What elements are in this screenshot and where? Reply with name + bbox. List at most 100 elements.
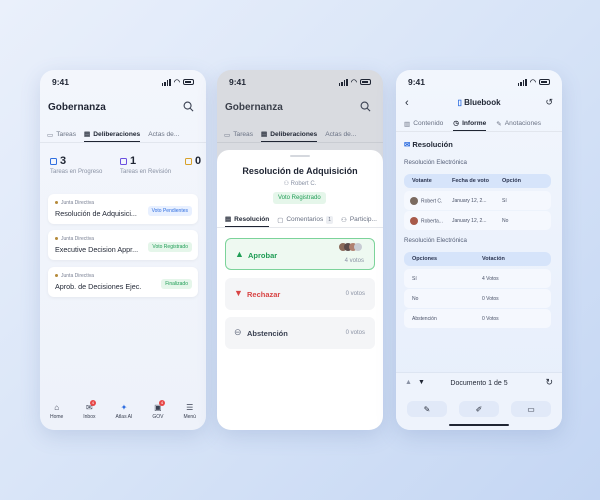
comment-icon: ▭ [527, 404, 535, 414]
cell-text: 4 Votos [482, 275, 499, 282]
refresh-icon[interactable]: ↻ [545, 377, 553, 388]
nav-label: Atlas AI [115, 413, 133, 420]
tab-actas[interactable]: Actas de... [325, 127, 356, 142]
stat-label: Tareas en Revisión [120, 169, 172, 175]
sheet-handle[interactable] [290, 155, 310, 157]
card-org: Junta Directiva [55, 236, 94, 242]
content-icon: ▥ [404, 120, 411, 128]
cell-text: Robert C. [421, 197, 443, 204]
org-label: Junta Directiva [61, 236, 95, 242]
voter-avatars [339, 243, 365, 251]
cell-text: Sí [502, 197, 507, 204]
wifi-icon: ◠ [529, 79, 536, 86]
stat-in-review: 1 [120, 155, 136, 167]
cell-text: Abstención [412, 315, 437, 322]
search-icon[interactable] [360, 101, 371, 112]
search-icon[interactable] [183, 101, 194, 112]
tab-contenido[interactable]: ▥ Contenido [404, 116, 443, 131]
tab-bar: ▭ Tareas ▤ Deliberaciones Actas de... [217, 127, 383, 143]
vote-option-aprobar[interactable]: ▲ Aprobar 4 votos [225, 238, 375, 270]
table-header: Votante Fecha de voto Opción [404, 174, 551, 188]
tab-resolucion[interactable]: ▤ Resolución [225, 212, 270, 227]
header-title: ▯ Bluebook [396, 98, 562, 107]
table-row[interactable]: Sí 4 Votos [404, 269, 551, 288]
chat-icon: ▤ [261, 131, 268, 138]
vote-option-rechazar[interactable]: ▼ Rechazar 0 votos [225, 278, 375, 310]
menu-icon: ☰ [186, 402, 194, 412]
tab-bar: ▥ Contenido ◷ Informe ✎ Anotaciones [396, 116, 562, 132]
card-title: Resolución de Adquisici... [55, 209, 137, 218]
stat-value: 0 [195, 155, 202, 167]
battery-icon [539, 79, 550, 85]
option-label: Abstención [247, 329, 288, 338]
nav-menu[interactable]: ☰ Menú [183, 403, 196, 420]
status-badge: Voto Pendientes [147, 206, 192, 216]
tab-informe[interactable]: ◷ Informe [453, 116, 487, 131]
tab-label: Deliberaciones [270, 130, 318, 138]
app-title: Bluebook [464, 98, 501, 107]
nav-atlas-ai[interactable]: ✦ Atlas AI [115, 403, 132, 420]
user-name: Robert C. [290, 181, 317, 187]
document-toolbar: ▲ ▼ Documento 1 de 5 ↻ ✎ ✐ ▭ [396, 372, 562, 430]
status-bar: 9:41 ◠ [229, 76, 371, 88]
tab-label: Actas de... [148, 131, 180, 138]
chat-icon: ▤ [84, 131, 91, 138]
org-label: Junta Directiva [61, 200, 95, 206]
highlighter-tool-button[interactable]: ✐ [459, 401, 499, 417]
stat-label: Tareas en Progreso [50, 169, 103, 175]
notification-badge: 4 [90, 399, 96, 406]
history-icon[interactable]: ↺ [545, 97, 553, 108]
home-indicator [449, 423, 509, 426]
table-header: Opciones Votación [404, 252, 551, 266]
tab-comentarios[interactable]: ▢ Comentarios 1 [277, 212, 333, 227]
option-label: Aprobar [248, 251, 278, 260]
pen-tool-button[interactable]: ✎ [407, 401, 447, 417]
table-row[interactable]: Abstención 0 Votos [404, 309, 551, 328]
signal-icon [338, 78, 348, 86]
page-indicator: Documento 1 de 5 [450, 380, 508, 387]
nav-home[interactable]: ⌂ Home [50, 403, 63, 420]
table-row[interactable]: No 0 Votos [404, 289, 551, 308]
status-badge: Finalizado [161, 279, 192, 289]
stat-value: 1 [130, 155, 137, 167]
battery-icon [360, 79, 371, 85]
comment-icon: ▢ [277, 216, 284, 224]
signal-icon [161, 78, 171, 86]
tab-deliberaciones[interactable]: ▤ Deliberaciones [261, 127, 318, 142]
tab-label: Tareas [233, 131, 254, 138]
tab-label: Deliberaciones [93, 130, 141, 138]
tab-tareas[interactable]: ▭ Tareas [47, 127, 76, 142]
stat-other: 0 [185, 155, 201, 167]
minus-circle-icon: ⊖ [234, 327, 242, 337]
user-icon: ⚇ [283, 181, 291, 187]
signal-icon [517, 78, 527, 86]
nav-gov[interactable]: ▣ 4 GOV [152, 399, 165, 420]
cell-text: Sí [412, 275, 417, 282]
tab-bar: ▭ Tareas ▤ Deliberaciones Actas de... [40, 127, 206, 143]
subsection-label: Resolución Electrónica [404, 237, 467, 244]
cell: Robert C. [404, 196, 452, 205]
nav-label: Home [49, 413, 64, 420]
thumbs-up-icon: ▲ [235, 249, 244, 259]
tab-anotaciones[interactable]: ✎ Anotaciones [496, 116, 541, 131]
tab-label: Informe [462, 119, 487, 127]
vote-option-abstencion[interactable]: ⊖ Abstención 0 votos [225, 317, 375, 349]
deliberation-card[interactable]: Junta Directiva Executive Decision Appr.… [48, 230, 198, 260]
nav-inbox[interactable]: ✉ 4 Inbox [83, 399, 96, 420]
comment-tool-button[interactable]: ▭ [511, 401, 551, 417]
table-row[interactable]: Robert C. January 12, 2... Sí [404, 191, 551, 210]
bottom-nav: ⌂ Home ✉ 4 Inbox ✦ Atlas AI ▣ 4 GOV ☰ Menú [40, 392, 206, 430]
tab-participantes[interactable]: ⚇ Particip... [341, 212, 377, 227]
cell-text: January 12, 2... [452, 217, 487, 224]
deliberation-card[interactable]: Junta Directiva Resolución de Adquisici.… [48, 194, 198, 224]
option-label: Rechazar [247, 290, 281, 299]
highlighter-icon: ✐ [475, 404, 483, 414]
tab-deliberaciones[interactable]: ▤ Deliberaciones [84, 127, 141, 142]
vote-count: 0 votos [345, 291, 365, 297]
deliberation-card[interactable]: Junta Directiva Aprob. de Decisiones Eje… [48, 267, 198, 297]
table-row[interactable]: Roberta... January 12, 2... No [404, 211, 551, 230]
tab-actas[interactable]: Actas de... [148, 127, 179, 142]
section-label: Resolución [412, 140, 453, 149]
cell-text: 0 Votos [482, 315, 499, 322]
tab-tareas[interactable]: ▭ Tareas [224, 127, 253, 142]
